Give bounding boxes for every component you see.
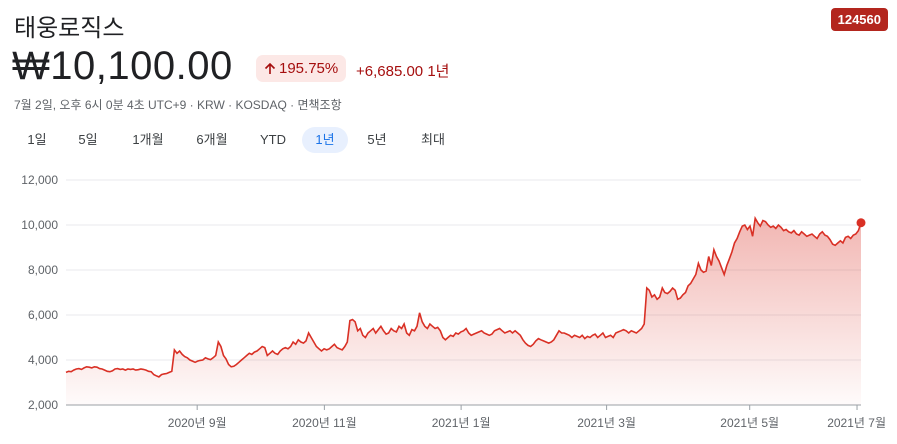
range-tabs: 1일 5일 1개월 6개월 YTD 1년 5년 최대 bbox=[14, 127, 460, 153]
y-tick-label: 8,000 bbox=[28, 263, 58, 277]
change-percent: 195.75% bbox=[279, 60, 339, 77]
tab-5d[interactable]: 5일 bbox=[60, 127, 116, 153]
y-tick-label: 10,000 bbox=[21, 218, 58, 232]
x-tick-label: 2021년 3월 bbox=[577, 416, 636, 430]
ticker-badge: 124560 bbox=[830, 8, 888, 31]
arrow-up-icon bbox=[264, 62, 276, 75]
price-area bbox=[66, 218, 861, 405]
tab-5y[interactable]: 5년 bbox=[348, 127, 406, 153]
latest-price-dot bbox=[856, 218, 866, 228]
x-tick-label: 2020년 11월 bbox=[292, 416, 357, 430]
y-axis-labels: 2,000 4,000 6,000 8,000 10,000 12,000 bbox=[21, 173, 58, 412]
y-tick-label: 6,000 bbox=[28, 308, 58, 322]
y-tick-label: 12,000 bbox=[21, 173, 58, 187]
change-percent-badge: 195.75% bbox=[256, 55, 347, 82]
price-chart[interactable]: 2,000 4,000 6,000 8,000 10,000 12,000 2020년 9… bbox=[0, 160, 897, 444]
y-tick-label: 4,000 bbox=[28, 353, 58, 367]
x-tick-label: 2021년 1월 bbox=[432, 416, 491, 430]
stock-name: 태웅로직스 bbox=[14, 15, 125, 42]
tab-max[interactable]: 최대 bbox=[406, 127, 460, 153]
tab-6m[interactable]: 6개월 bbox=[180, 127, 244, 153]
change-absolute: +6,685.00 1년 bbox=[356, 63, 450, 80]
current-price: ₩10,100.00 bbox=[12, 44, 233, 88]
tab-ytd[interactable]: YTD bbox=[244, 127, 302, 153]
tab-1y[interactable]: 1년 bbox=[302, 127, 348, 153]
tab-1m[interactable]: 1개월 bbox=[116, 127, 180, 153]
x-axis: 2020년 9월 2020년 11월 2021년 1월 2021년 3월 2021년 5… bbox=[168, 405, 886, 430]
x-tick-label: 2021년 7월 bbox=[827, 416, 886, 430]
x-tick-label: 2020년 9월 bbox=[168, 416, 227, 430]
y-tick-label: 2,000 bbox=[28, 398, 58, 412]
tab-1d[interactable]: 1일 bbox=[14, 127, 60, 153]
quote-meta: 7월 2일, 오후 6시 0분 4초 UTC+9 · KRW · KOSDAQ … bbox=[14, 98, 342, 112]
x-tick-label: 2021년 5월 bbox=[720, 416, 779, 430]
